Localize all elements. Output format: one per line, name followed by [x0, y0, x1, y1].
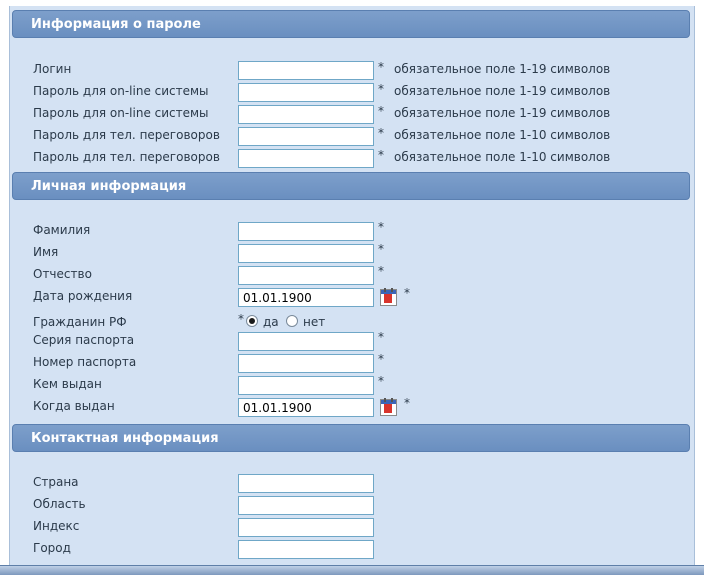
- online-password-confirm-label: Пароль для on-line системы: [33, 106, 209, 120]
- required-mark: *: [378, 242, 384, 256]
- birth-date-label: Дата рождения: [33, 289, 133, 303]
- issued-by-label: Кем выдан: [33, 377, 102, 391]
- required-mark: *: [378, 104, 384, 118]
- phone-password-hint: обязательное поле 1-10 символов: [394, 128, 611, 142]
- required-mark: *: [378, 352, 384, 366]
- required-mark: *: [378, 60, 384, 74]
- online-password-confirm-hint: обязательное поле 1-19 символов: [394, 106, 611, 120]
- required-mark: *: [378, 220, 384, 234]
- passport-number-input[interactable]: [238, 354, 374, 373]
- required-mark: *: [378, 148, 384, 162]
- patronymic-label: Отчество: [33, 267, 92, 281]
- region-input[interactable]: [238, 496, 374, 515]
- postal-code-input[interactable]: [238, 518, 374, 537]
- citizen-label: Гражданин РФ: [33, 315, 127, 329]
- login-hint: обязательное поле 1-19 символов: [394, 62, 611, 76]
- citizen-no-label: нет: [303, 315, 326, 329]
- region-label: Область: [33, 497, 86, 511]
- city-label: Город: [33, 541, 71, 555]
- country-label: Страна: [33, 475, 79, 489]
- issue-date-label: Когда выдан: [33, 399, 115, 413]
- surname-label: Фамилия: [33, 223, 91, 237]
- phone-password-label: Пароль для тел. переговоров: [33, 128, 220, 142]
- citizen-yes-radio[interactable]: [246, 315, 258, 327]
- calendar-icon[interactable]: [380, 398, 397, 416]
- first-name-input[interactable]: [238, 244, 374, 263]
- postal-code-label: Индекс: [33, 519, 80, 533]
- section-header-contact: Контактная информация: [12, 424, 690, 452]
- required-mark: *: [378, 374, 384, 388]
- section-header-password: Информация о пароле: [12, 10, 690, 38]
- passport-series-label: Серия паспорта: [33, 333, 135, 347]
- issued-by-input[interactable]: [238, 376, 374, 395]
- surname-input[interactable]: [238, 222, 374, 241]
- required-mark: *: [378, 264, 384, 278]
- passport-series-input[interactable]: [238, 332, 374, 351]
- required-mark: *: [404, 286, 410, 300]
- online-password-label: Пароль для on-line системы: [33, 84, 209, 98]
- phone-password-confirm-input[interactable]: [238, 149, 374, 168]
- issue-date-input[interactable]: [238, 398, 374, 417]
- required-mark: *: [378, 82, 384, 96]
- online-password-input[interactable]: [238, 83, 374, 102]
- required-mark: *: [404, 396, 410, 410]
- login-label: Логин: [33, 62, 72, 76]
- phone-password-input[interactable]: [238, 127, 374, 146]
- required-mark: *: [378, 330, 384, 344]
- required-mark: *: [378, 126, 384, 140]
- country-input[interactable]: [238, 474, 374, 493]
- city-input[interactable]: [238, 540, 374, 559]
- passport-number-label: Номер паспорта: [33, 355, 137, 369]
- first-name-label: Имя: [33, 245, 59, 259]
- calendar-icon[interactable]: [380, 288, 397, 306]
- phone-password-confirm-hint: обязательное поле 1-10 символов: [394, 150, 611, 164]
- online-password-confirm-input[interactable]: [238, 105, 374, 124]
- birth-date-input[interactable]: [238, 288, 374, 307]
- required-mark: *: [238, 312, 244, 326]
- login-input[interactable]: [238, 61, 374, 80]
- patronymic-input[interactable]: [238, 266, 374, 285]
- citizen-yes-label: да: [263, 315, 279, 329]
- phone-password-confirm-label: Пароль для тел. переговоров: [33, 150, 220, 164]
- section-header-personal: Личная информация: [12, 172, 690, 200]
- online-password-hint: обязательное поле 1-19 символов: [394, 84, 611, 98]
- citizen-no-radio[interactable]: [286, 315, 298, 327]
